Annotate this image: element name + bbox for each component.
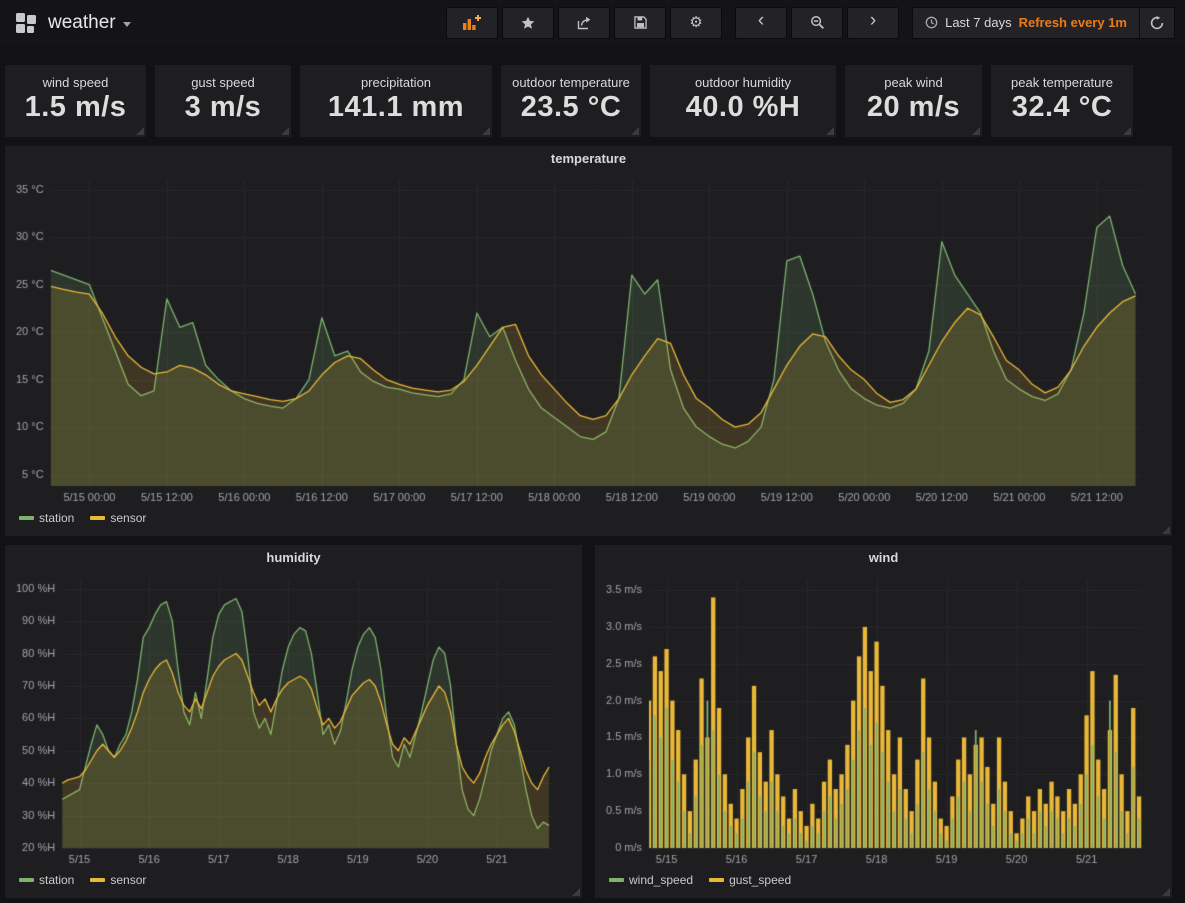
- chevron-left-icon: ‹: [758, 21, 764, 24]
- time-picker[interactable]: Last 7 days Refresh every 1m: [912, 7, 1175, 39]
- series-color-chip: [19, 878, 34, 882]
- panel-title-wind[interactable]: wind: [601, 545, 1166, 571]
- stat-panel-title[interactable]: outdoor humidity: [650, 65, 836, 90]
- panel-resize-handle[interactable]: [1162, 888, 1170, 896]
- stat-panel-title[interactable]: outdoor temperature: [501, 65, 641, 90]
- star-icon: [521, 16, 535, 30]
- temperature-panel: temperature station sensor: [5, 146, 1172, 536]
- time-back-button[interactable]: ‹: [735, 7, 787, 39]
- stat-value: 141.1 mm: [300, 91, 492, 124]
- settings-button[interactable]: ⚙: [670, 7, 722, 39]
- zoom-out-button[interactable]: [791, 7, 843, 39]
- share-icon: [577, 16, 591, 30]
- legend-item-sensor[interactable]: sensor: [90, 511, 146, 525]
- legend-label: sensor: [110, 873, 146, 887]
- add-panel-button[interactable]: [446, 7, 498, 39]
- series-color-chip: [90, 516, 105, 520]
- legend-item-gust-speed[interactable]: gust_speed: [709, 873, 791, 887]
- stat-panel-gust-speed: gust speed 3 m/s: [155, 65, 291, 137]
- legend-item-wind-speed[interactable]: wind_speed: [609, 873, 693, 887]
- zoom-out-icon: [810, 15, 825, 30]
- panel-resize-handle[interactable]: [136, 127, 144, 135]
- panel-title-humidity[interactable]: humidity: [11, 545, 576, 571]
- temperature-row: temperature station sensor: [5, 146, 1180, 536]
- humidity-legend: station sensor: [11, 868, 576, 892]
- panel-title-temperature[interactable]: temperature: [11, 146, 1166, 172]
- stat-panel-title[interactable]: wind speed: [5, 65, 146, 90]
- panel-resize-handle[interactable]: [826, 127, 834, 135]
- legend-label: wind_speed: [629, 873, 693, 887]
- share-button[interactable]: [558, 7, 610, 39]
- bottom-row: humidity station sensor wind wind: [5, 545, 1180, 898]
- wind-graph[interactable]: [601, 571, 1154, 868]
- series-color-chip: [709, 878, 724, 882]
- wind-panel: wind wind_speed gust_speed: [595, 545, 1172, 898]
- chevron-right-icon: ›: [870, 21, 876, 24]
- panel-resize-handle[interactable]: [972, 127, 980, 135]
- bar-chart-add-icon: [463, 15, 481, 30]
- legend-label: gust_speed: [729, 873, 791, 887]
- panel-resize-handle[interactable]: [631, 127, 639, 135]
- stat-value: 40.0 %H: [650, 91, 836, 124]
- stat-value: 3 m/s: [155, 91, 291, 124]
- wind-legend: wind_speed gust_speed: [601, 868, 1166, 892]
- legend-item-station[interactable]: station: [19, 511, 74, 525]
- humidity-graph[interactable]: [11, 571, 564, 868]
- stat-panel-row: wind speed 1.5 m/s gust speed 3 m/s prec…: [5, 65, 1180, 137]
- panel-resize-handle[interactable]: [572, 888, 580, 896]
- dashboard: wind speed 1.5 m/s gust speed 3 m/s prec…: [0, 45, 1185, 898]
- stat-panel-outdoor-humidity: outdoor humidity 40.0 %H: [650, 65, 836, 137]
- stat-panel-outdoor-temperature: outdoor temperature 23.5 °C: [501, 65, 641, 137]
- series-color-chip: [609, 878, 624, 882]
- series-color-chip: [19, 516, 34, 520]
- legend-item-station[interactable]: station: [19, 873, 74, 887]
- temperature-legend: station sensor: [11, 506, 1166, 530]
- save-icon: [634, 16, 647, 29]
- refresh-button[interactable]: [1139, 8, 1174, 38]
- panel-resize-handle[interactable]: [1162, 526, 1170, 534]
- dashboard-title[interactable]: weather: [48, 12, 131, 34]
- stat-panel-peak-wind: peak wind 20 m/s: [845, 65, 982, 137]
- stat-value: 1.5 m/s: [5, 91, 146, 124]
- legend-label: sensor: [110, 511, 146, 525]
- time-forward-button[interactable]: ›: [847, 7, 899, 39]
- caret-down-icon: [123, 22, 131, 27]
- stat-panel-wind-speed: wind speed 1.5 m/s: [5, 65, 146, 137]
- stat-panel-precipitation: precipitation 141.1 mm: [300, 65, 492, 137]
- dashboard-menu-icon[interactable]: [10, 7, 42, 39]
- stat-value: 20 m/s: [845, 91, 982, 124]
- stat-value: 32.4 °C: [991, 91, 1133, 124]
- legend-label: station: [39, 511, 74, 525]
- panel-resize-handle[interactable]: [482, 127, 490, 135]
- legend-label: station: [39, 873, 74, 887]
- stat-panel-title[interactable]: peak temperature: [991, 65, 1133, 90]
- gear-icon: ⚙: [689, 15, 702, 30]
- legend-item-sensor[interactable]: sensor: [90, 873, 146, 887]
- humidity-panel: humidity station sensor: [5, 545, 582, 898]
- dashboard-title-text: weather: [48, 12, 116, 34]
- grid-icon: [16, 12, 37, 33]
- stat-panel-title[interactable]: peak wind: [845, 65, 982, 90]
- star-button[interactable]: [502, 7, 554, 39]
- stat-panel-title[interactable]: precipitation: [300, 65, 492, 90]
- stat-panel-title[interactable]: gust speed: [155, 65, 291, 90]
- clock-icon: [925, 16, 938, 29]
- temperature-graph[interactable]: [11, 172, 1154, 506]
- panel-resize-handle[interactable]: [281, 127, 289, 135]
- panel-actions-group: ⚙: [446, 7, 722, 39]
- stat-value: 23.5 °C: [501, 91, 641, 124]
- navbar: weather: [0, 0, 1185, 45]
- time-nav-group: ‹ ›: [735, 7, 899, 39]
- series-color-chip: [90, 878, 105, 882]
- time-range-label: Last 7 days: [945, 15, 1012, 30]
- stat-panel-peak-temperature: peak temperature 32.4 °C: [991, 65, 1133, 137]
- save-button[interactable]: [614, 7, 666, 39]
- refresh-interval-label: Refresh every 1m: [1019, 15, 1127, 30]
- refresh-icon: [1150, 16, 1164, 30]
- panel-resize-handle[interactable]: [1123, 127, 1131, 135]
